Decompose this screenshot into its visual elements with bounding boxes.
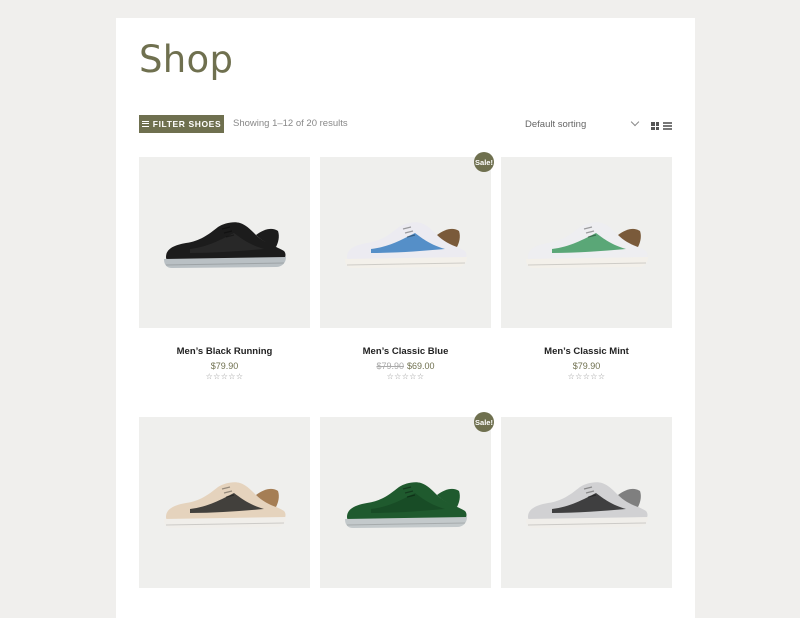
filter-shoes-label: FILTER SHOES xyxy=(152,119,222,129)
product-name[interactable]: Men’s Classic Blue xyxy=(320,346,491,357)
product-current-price: $69.00 xyxy=(407,361,435,371)
result-count: Showing 1–12 of 20 results xyxy=(233,118,348,129)
product-image[interactable]: Sale! xyxy=(320,152,494,328)
product-card: Sale! Men’s Classic Blue $79.90 $69.00 ☆☆… xyxy=(320,152,494,381)
rating-stars: ☆☆☆☆☆ xyxy=(205,372,244,381)
product-old-price: $79.90 xyxy=(376,361,404,371)
filter-shoes-button[interactable]: FILTER SHOES xyxy=(139,115,224,133)
rating-stars: ☆☆☆☆☆ xyxy=(386,372,425,381)
page-title: Shop xyxy=(139,38,234,81)
product-image[interactable] xyxy=(501,417,672,588)
sale-badge: Sale! xyxy=(474,412,494,432)
menu-icon xyxy=(141,121,149,127)
product-card xyxy=(501,417,672,588)
shoe-image xyxy=(163,481,286,528)
product-image[interactable] xyxy=(139,417,310,588)
product-image[interactable] xyxy=(501,157,672,328)
shop-toolbar: FILTER SHOES Showing 1–12 of 20 results … xyxy=(139,115,672,133)
shoe-image xyxy=(344,221,467,268)
shoe-image xyxy=(163,221,286,268)
product-price: $79.90 xyxy=(501,361,672,371)
product-card xyxy=(139,417,310,588)
grid-view-icon[interactable] xyxy=(651,122,659,130)
sort-select[interactable]: Default sorting xyxy=(525,116,641,132)
product-card: Men’s Classic Mint $79.90 ☆☆☆☆☆ xyxy=(501,157,672,381)
product-name[interactable]: Men’s Black Running xyxy=(139,346,310,357)
product-card: Sale! xyxy=(320,412,494,588)
product-price: $79.90 $69.00 xyxy=(320,361,491,371)
shoe-image xyxy=(344,481,467,528)
chevron-down-icon xyxy=(630,117,640,127)
shoe-image xyxy=(525,221,648,268)
sale-badge: Sale! xyxy=(474,152,494,172)
shop-page: Shop FILTER SHOES Showing 1–12 of 20 res… xyxy=(116,18,695,618)
list-view-icon[interactable] xyxy=(663,122,672,130)
product-price: $79.90 xyxy=(139,361,310,371)
sort-select-value: Default sorting xyxy=(525,118,587,130)
shoe-image xyxy=(525,481,648,528)
product-image[interactable]: Sale! xyxy=(320,412,494,588)
product-current-price: $79.90 xyxy=(572,361,601,371)
product-image[interactable] xyxy=(139,157,310,328)
rating-stars: ☆☆☆☆☆ xyxy=(567,372,606,381)
product-name[interactable]: Men’s Classic Mint xyxy=(501,346,672,357)
product-card: Men’s Black Running $79.90 ☆☆☆☆☆ xyxy=(139,157,310,381)
product-current-price: $79.90 xyxy=(210,361,239,371)
